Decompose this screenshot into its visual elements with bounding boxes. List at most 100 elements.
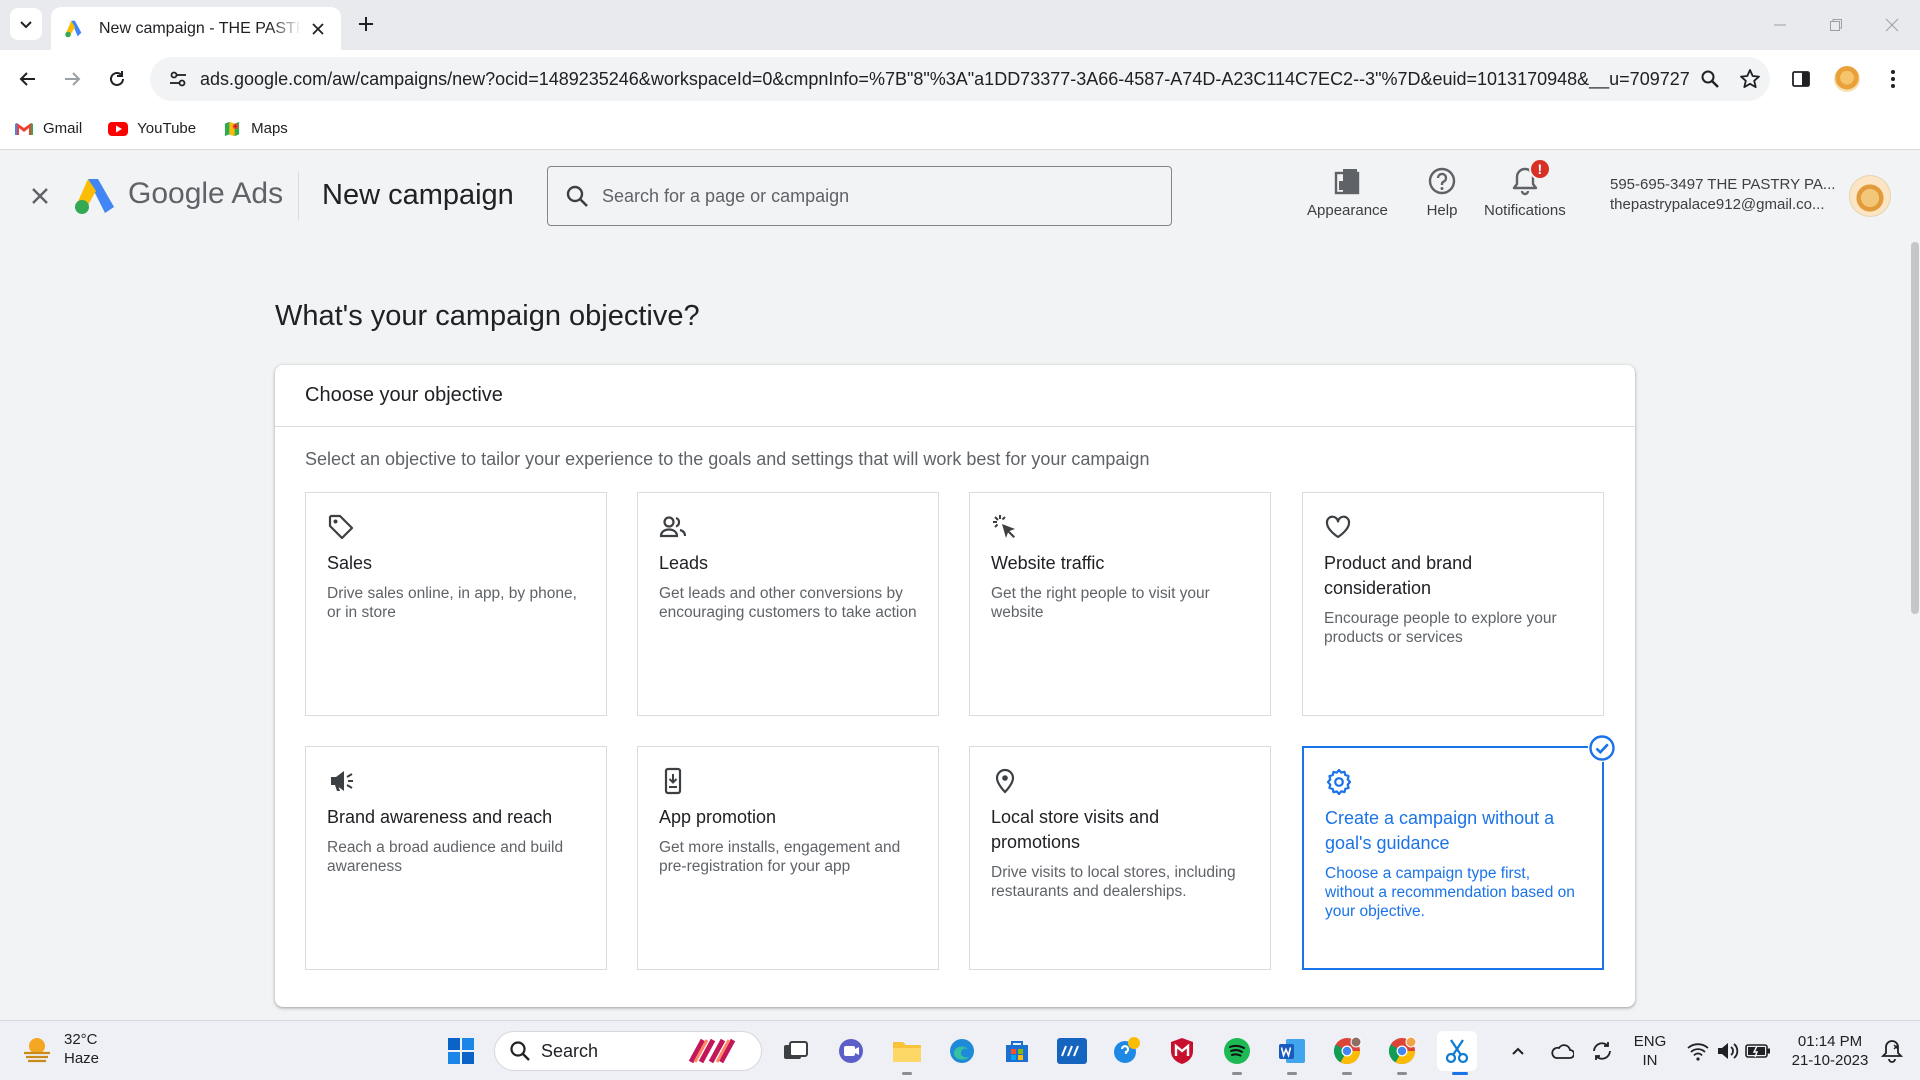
help-button[interactable]: Help xyxy=(1426,164,1458,228)
start-button[interactable] xyxy=(441,1031,481,1071)
tab-title: New campaign - THE PASTRY PALACE xyxy=(99,19,301,37)
tray-onedrive[interactable] xyxy=(1546,1031,1578,1071)
tray-overflow-button[interactable] xyxy=(1502,1031,1534,1071)
close-window-button[interactable] xyxy=(1864,0,1920,50)
weather-widget[interactable]: 32°C Haze xyxy=(20,1031,99,1067)
edge-icon xyxy=(950,1039,974,1063)
profile-button[interactable] xyxy=(1831,63,1863,95)
bookmark-star-button[interactable] xyxy=(1730,59,1770,99)
objective-no-guidance[interactable]: Create a campaign without a goal's guida… xyxy=(1302,734,1616,970)
page-title: New campaign xyxy=(322,179,514,211)
taskbar-spotify[interactable] xyxy=(1217,1031,1257,1071)
account-avatar[interactable] xyxy=(1849,175,1891,217)
side-panel-icon xyxy=(1792,71,1810,87)
snipping-tool-icon xyxy=(1445,1039,1469,1064)
arrow-right-icon xyxy=(65,72,81,86)
taskbar-store[interactable] xyxy=(997,1031,1037,1071)
account-info[interactable]: 595-695-3497 THE PASTRY PA... thepastryp… xyxy=(1610,176,1840,213)
site-info-button[interactable] xyxy=(156,57,200,101)
account-name: 595-695-3497 THE PASTRY PA... xyxy=(1610,176,1836,193)
location-pin-icon xyxy=(995,768,1015,794)
gear-icon xyxy=(1326,768,1352,796)
check-circle-icon xyxy=(1589,735,1615,761)
tray-sync[interactable] xyxy=(1586,1031,1618,1071)
tune-icon xyxy=(170,71,186,87)
search-icon xyxy=(566,185,588,207)
tray-volume[interactable] xyxy=(1712,1031,1744,1071)
side-panel-button[interactable] xyxy=(1785,63,1817,95)
taskbar-edge[interactable] xyxy=(942,1031,982,1071)
active-indicator xyxy=(1452,1072,1468,1075)
tab-search-button[interactable] xyxy=(10,8,42,40)
close-icon xyxy=(312,22,324,35)
scrollbar-thumb[interactable] xyxy=(1911,242,1919,614)
appearance-button[interactable]: Appearance xyxy=(1307,164,1388,228)
selected-check-badge xyxy=(1588,734,1616,762)
browser-tab-active[interactable]: New campaign - THE PASTRY PALACE xyxy=(51,7,341,50)
new-tab-button[interactable] xyxy=(352,10,380,38)
taskbar-chrome-profile-2[interactable] xyxy=(1382,1031,1422,1071)
browser-tabstrip: New campaign - THE PASTRY PALACE xyxy=(0,0,1920,50)
more-vert-icon xyxy=(1891,70,1895,88)
page-scrollbar[interactable] xyxy=(1910,242,1920,1022)
taskbar-get-help[interactable] xyxy=(1107,1031,1147,1071)
objective-sales[interactable]: Sales Drive sales online, in app, by pho… xyxy=(305,492,607,716)
tray-notification-center[interactable] xyxy=(1876,1031,1908,1071)
objective-brand-awareness[interactable]: Brand awareness and reach Reach a broad … xyxy=(305,746,607,970)
taskbar-search[interactable]: Search xyxy=(494,1031,762,1071)
clock[interactable]: 01:14 PM 21-10-2023 xyxy=(1780,1032,1880,1070)
running-indicator xyxy=(902,1072,912,1075)
restore-icon xyxy=(1830,19,1842,31)
search-in-page-button[interactable] xyxy=(1690,59,1730,99)
cursor-click-icon xyxy=(993,515,1015,538)
chevron-down-icon xyxy=(20,21,32,29)
folder-icon xyxy=(893,1042,921,1062)
taskbar-word[interactable] xyxy=(1272,1031,1312,1071)
objective-local-store-visits[interactable]: Local store visits and promotions Drive … xyxy=(969,746,1271,970)
objective-product-brand-consideration[interactable]: Product and brand consideration Encourag… xyxy=(1302,492,1604,716)
objective-leads[interactable]: Leads Get leads and other conversions by… xyxy=(637,492,939,716)
restore-button[interactable] xyxy=(1808,0,1864,50)
wifi-icon xyxy=(1687,1043,1709,1061)
chrome-icon xyxy=(1333,1036,1362,1065)
haze-sun-icon xyxy=(24,1038,50,1063)
taskbar-task-view[interactable] xyxy=(776,1031,816,1071)
running-indicator xyxy=(1342,1072,1352,1075)
language-indicator[interactable]: ENG IN xyxy=(1630,1032,1670,1070)
taskbar-myhp[interactable] xyxy=(1052,1031,1092,1071)
reload-button[interactable] xyxy=(101,63,133,95)
notifications-button[interactable]: ! Notifications xyxy=(1484,158,1566,228)
bookmark-gmail[interactable]: Gmail xyxy=(14,120,82,137)
bookmark-maps[interactable]: Maps xyxy=(222,120,288,137)
close-icon xyxy=(1885,18,1899,32)
objective-website-traffic[interactable]: Website traffic Get the right people to … xyxy=(969,492,1271,716)
bookmarks-bar: Gmail YouTube Maps xyxy=(0,108,1920,150)
bookmark-youtube[interactable]: YouTube xyxy=(108,120,196,137)
volume-icon xyxy=(1718,1043,1739,1059)
card-title: Choose your objective xyxy=(275,365,1635,427)
tab-close-button[interactable] xyxy=(307,18,329,40)
minimize-button[interactable] xyxy=(1752,0,1808,50)
campaign-search-input[interactable] xyxy=(602,185,1142,207)
browser-menu-button[interactable] xyxy=(1877,63,1909,95)
taskbar-mcafee[interactable] xyxy=(1162,1031,1202,1071)
close-campaign-button[interactable] xyxy=(24,180,56,212)
running-indicator xyxy=(1397,1072,1407,1075)
address-bar[interactable]: ads.google.com/aw/campaigns/new?ocid=148… xyxy=(150,57,1770,101)
taskbar-teams[interactable] xyxy=(831,1031,871,1071)
sync-icon xyxy=(1593,1042,1611,1060)
help-bubble-icon xyxy=(1114,1037,1140,1063)
url-text[interactable]: ads.google.com/aw/campaigns/new?ocid=148… xyxy=(200,69,1690,90)
tray-battery[interactable] xyxy=(1742,1031,1774,1071)
forward-button[interactable] xyxy=(56,63,88,95)
taskbar-chrome-profile-1[interactable] xyxy=(1327,1031,1367,1071)
campaign-search-box[interactable] xyxy=(547,166,1172,226)
task-view-icon xyxy=(784,1041,808,1059)
taskbar-snipping-tool[interactable] xyxy=(1437,1031,1477,1071)
battery-charging-icon xyxy=(1745,1044,1770,1058)
tray-wifi[interactable] xyxy=(1682,1031,1714,1071)
back-button[interactable] xyxy=(12,63,44,95)
taskbar-file-explorer[interactable] xyxy=(887,1031,927,1071)
objective-app-promotion[interactable]: App promotion Get more installs, engagem… xyxy=(637,746,939,970)
search-icon xyxy=(1701,70,1719,88)
